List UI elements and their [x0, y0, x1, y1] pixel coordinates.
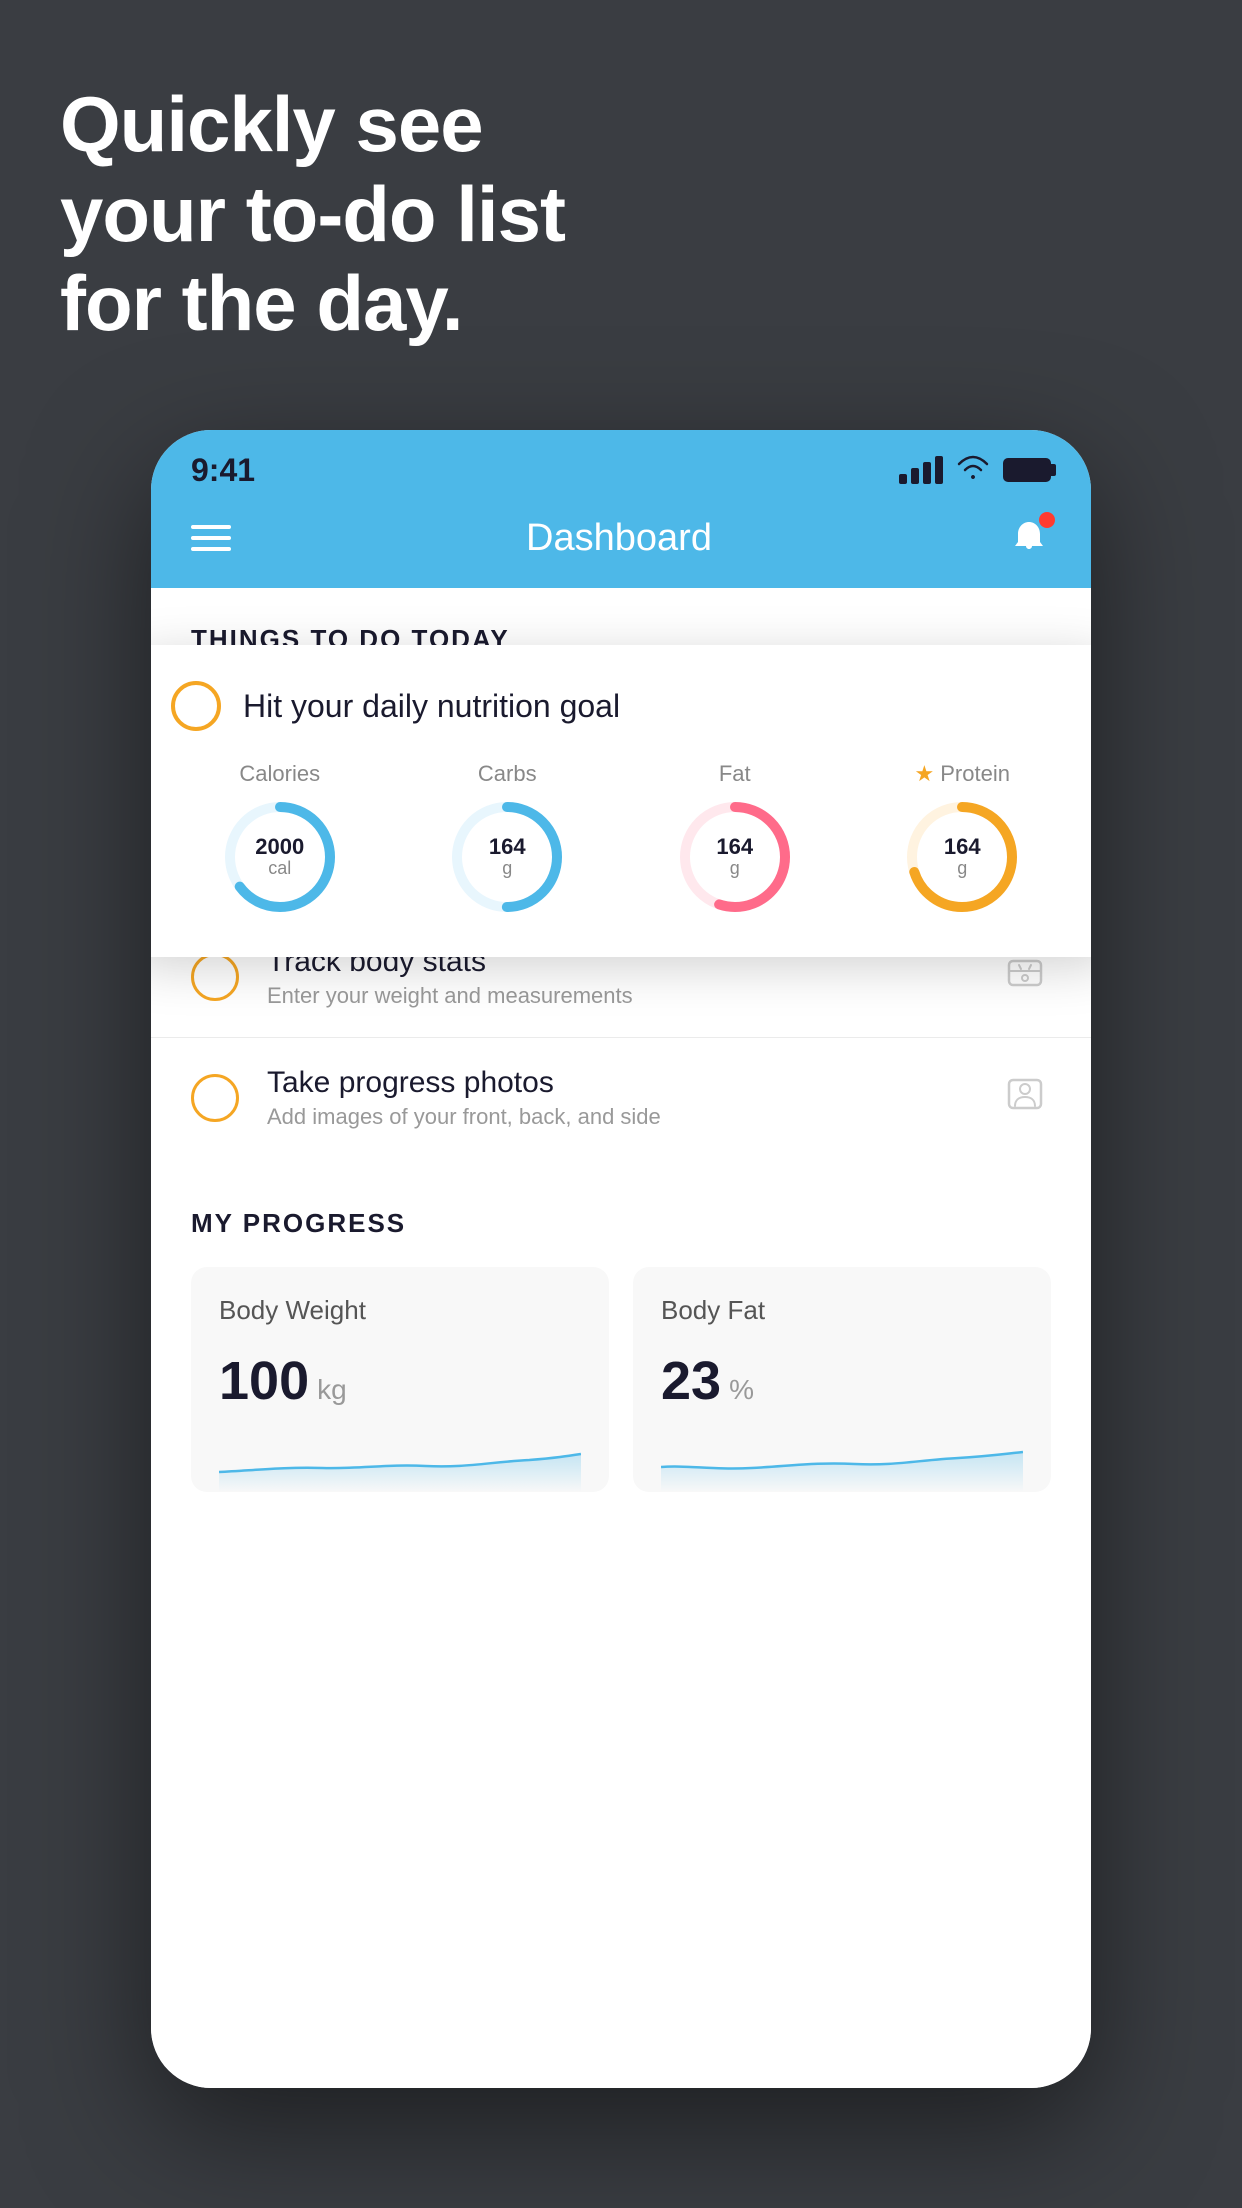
- fat-unit: g: [716, 859, 753, 879]
- stat-carbs: Carbs 164 g: [447, 761, 567, 917]
- body-fat-value-row: 23 %: [661, 1350, 1023, 1412]
- battery-icon: [1003, 458, 1051, 482]
- body-weight-value-row: 100 kg: [219, 1350, 581, 1412]
- body-weight-card[interactable]: Body Weight 100 kg: [191, 1267, 609, 1492]
- hamburger-menu[interactable]: [191, 525, 231, 551]
- calories-value: 2000: [255, 835, 304, 859]
- progress-section: MY PROGRESS Body Weight 100 kg: [151, 1158, 1091, 1532]
- bodystats-check-circle: [191, 953, 239, 1001]
- photos-text: Take progress photos Add images of your …: [267, 1066, 971, 1130]
- body-fat-num: 23: [661, 1350, 721, 1412]
- body-weight-unit: kg: [317, 1374, 347, 1406]
- notification-dot: [1039, 512, 1055, 528]
- body-weight-card-title: Body Weight: [219, 1295, 581, 1326]
- scale-icon-wrap: [999, 951, 1051, 1003]
- scale-icon: [1005, 955, 1045, 999]
- photos-subtitle: Add images of your front, back, and side: [267, 1104, 971, 1130]
- progress-title: MY PROGRESS: [191, 1208, 1051, 1239]
- star-icon: ★: [915, 761, 935, 787]
- items-wrapper: Hit your daily nutrition goal Calories: [151, 675, 1091, 1532]
- stat-protein: ★ Protein 164 g: [902, 761, 1022, 917]
- protein-donut: 164 g: [902, 797, 1022, 917]
- progress-cards: Body Weight 100 kg: [191, 1267, 1051, 1492]
- wifi-icon: [957, 453, 989, 488]
- todo-progress-photos[interactable]: Take progress photos Add images of your …: [151, 1037, 1091, 1158]
- hero-headline: Quickly see your to-do list for the day.: [60, 80, 1182, 349]
- nutrition-stats: Calories 2000 cal: [171, 761, 1071, 917]
- calories-label: Calories: [239, 761, 320, 787]
- photos-check-circle: [191, 1074, 239, 1122]
- fat-value: 164: [716, 835, 753, 859]
- photos-title: Take progress photos: [267, 1066, 971, 1100]
- status-bar: 9:41: [151, 430, 1091, 500]
- nutrition-check-circle[interactable]: [171, 681, 221, 731]
- protein-value: 164: [944, 835, 981, 859]
- calories-donut: 2000 cal: [220, 797, 340, 917]
- fat-label: Fat: [719, 761, 751, 787]
- app-header: Dashboard: [151, 500, 1091, 588]
- nutrition-goal-row: Hit your daily nutrition goal: [171, 681, 1071, 731]
- status-icons: [899, 453, 1051, 488]
- person-icon-wrap: [999, 1072, 1051, 1124]
- signal-icon: [899, 456, 943, 484]
- protein-label: ★ Protein: [915, 761, 1010, 787]
- status-time: 9:41: [191, 452, 255, 489]
- stat-calories: Calories 2000 cal: [220, 761, 340, 917]
- body-fat-card[interactable]: Body Fat 23 %: [633, 1267, 1051, 1492]
- nutrition-card: Hit your daily nutrition goal Calories: [151, 645, 1091, 957]
- nutrition-goal-title: Hit your daily nutrition goal: [243, 688, 620, 725]
- notification-bell[interactable]: [1007, 516, 1051, 560]
- header-title: Dashboard: [526, 517, 712, 560]
- carbs-label: Carbs: [478, 761, 537, 787]
- carbs-value: 164: [489, 835, 526, 859]
- headline-line2: your to-do list: [60, 170, 565, 258]
- person-icon: [1005, 1076, 1045, 1120]
- carbs-donut: 164 g: [447, 797, 567, 917]
- fat-donut: 164 g: [675, 797, 795, 917]
- calories-unit: cal: [255, 859, 304, 879]
- body-weight-num: 100: [219, 1350, 309, 1412]
- headline-line1: Quickly see: [60, 80, 483, 168]
- protein-unit: g: [944, 859, 981, 879]
- carbs-unit: g: [489, 859, 526, 879]
- body-fat-chart: [661, 1432, 1023, 1492]
- body-weight-chart: [219, 1432, 581, 1492]
- phone-mockup: 9:41 Dashboard: [151, 430, 1091, 2088]
- content-area: THINGS TO DO TODAY Hit your daily nutrit…: [151, 588, 1091, 2088]
- stat-fat: Fat 164 g: [675, 761, 795, 917]
- body-fat-unit: %: [729, 1374, 754, 1406]
- body-fat-card-title: Body Fat: [661, 1295, 1023, 1326]
- bodystats-subtitle: Enter your weight and measurements: [267, 983, 971, 1009]
- headline-line3: for the day.: [60, 259, 463, 347]
